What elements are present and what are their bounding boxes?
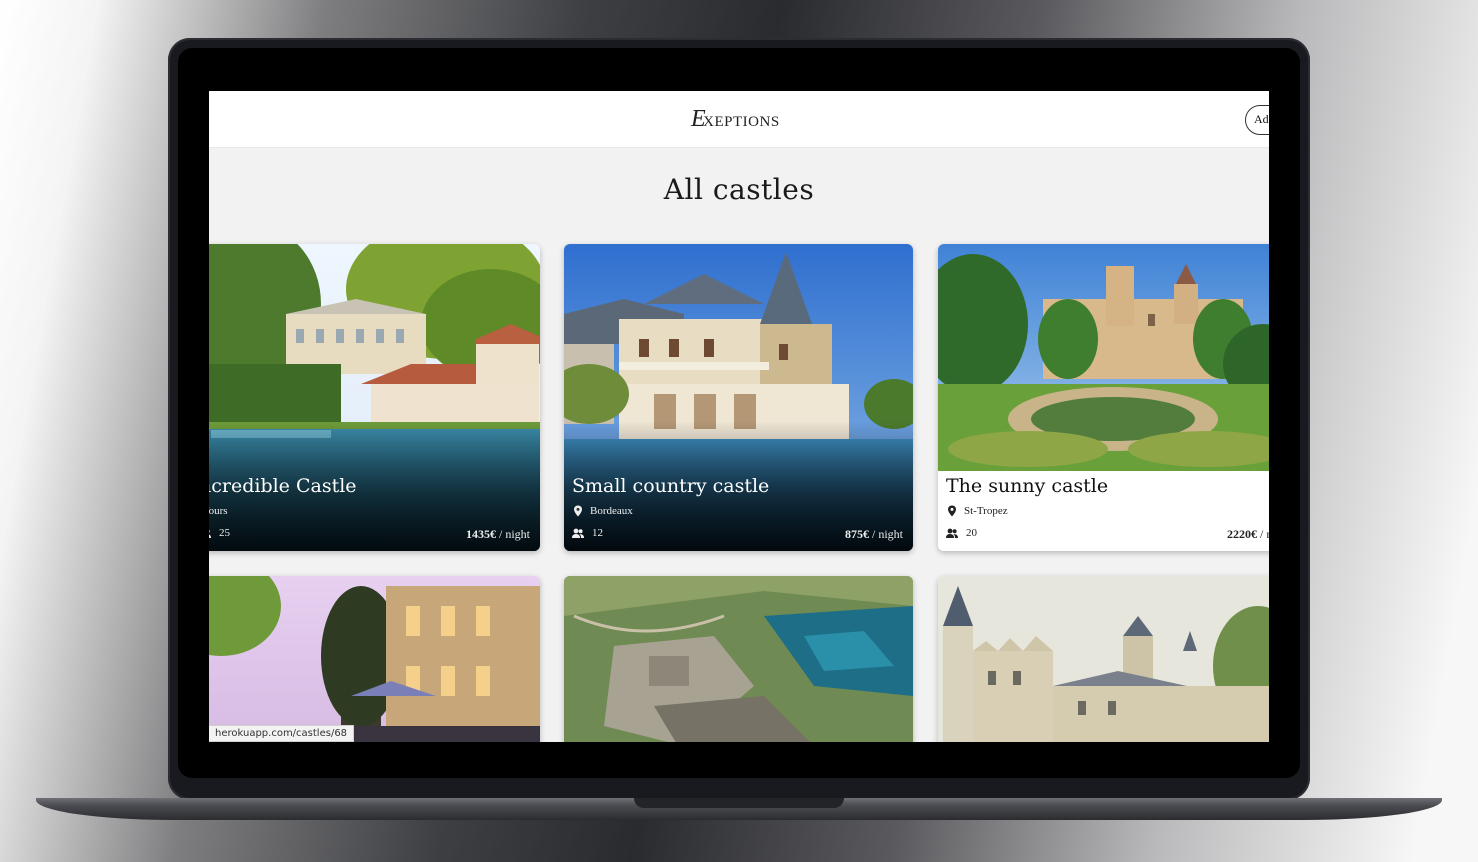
castle-name: ncredible Castle (209, 475, 357, 497)
castle-price: 1435€ / night (466, 527, 530, 542)
add-castle-button[interactable]: Ad (1245, 105, 1269, 135)
brand-text: XEPTIONS (703, 114, 780, 130)
card-info: ncredible Castle -Tours 25 1435€ / night (209, 471, 540, 551)
card-info: Small country castle Bordeaux 12 875€ / … (564, 471, 913, 551)
castle-guests: 25 (209, 527, 230, 539)
castle-price: 875€ / night (845, 527, 903, 542)
castle-price: 2220€ / night (1227, 527, 1269, 542)
location-text: Bordeaux (590, 505, 633, 517)
castle-photo (938, 576, 1269, 742)
castle-card[interactable]: ncredible Castle -Tours 25 1435€ / night (209, 244, 540, 551)
castle-photo (938, 244, 1269, 474)
map-pin-icon (948, 505, 956, 517)
price-unit: / night (868, 527, 903, 541)
card-info: The sunny castle St-Tropez 20 2220€ / ni… (938, 471, 1269, 551)
location-text: -Tours (209, 505, 228, 517)
price-unit: / night (1259, 527, 1269, 541)
price-value: 1435€ (465, 527, 496, 541)
users-icon (572, 528, 584, 538)
castle-location: -Tours (209, 505, 228, 517)
castle-card[interactable] (938, 576, 1269, 742)
users-icon (946, 528, 958, 538)
price-value: 2220€ (1226, 527, 1257, 541)
location-text: St-Tropez (964, 505, 1008, 517)
brand-logo[interactable]: E XEPTIONS (691, 106, 780, 133)
map-pin-icon (574, 505, 582, 517)
laptop-notch (634, 798, 844, 808)
guests-count: 25 (219, 527, 230, 539)
castle-card[interactable] (209, 576, 540, 742)
castle-guests: 20 (946, 527, 977, 539)
navbar: E XEPTIONS Ad (209, 91, 1269, 148)
castle-photo (564, 576, 913, 742)
castle-card[interactable]: Small country castle Bordeaux 12 875€ / … (564, 244, 913, 551)
page-title: All castles (663, 173, 815, 206)
price-unit: / night (495, 527, 530, 541)
guests-count: 12 (592, 527, 603, 539)
castle-location: St-Tropez (946, 505, 1008, 517)
castle-photo (209, 576, 540, 742)
price-value: 875€ (844, 527, 869, 541)
castle-card[interactable]: The sunny castle St-Tropez 20 2220€ / ni… (938, 244, 1269, 551)
castle-name: The sunny castle (946, 475, 1109, 497)
users-icon (209, 529, 211, 538)
browser-viewport: E XEPTIONS Ad All castles ncredible Cast… (209, 91, 1269, 742)
castle-location: Bordeaux (572, 505, 633, 517)
castle-card[interactable] (564, 576, 913, 742)
guests-count: 20 (966, 527, 977, 539)
link-preview-url: herokuapp.com/castles/68 (209, 725, 355, 742)
castle-guests: 12 (572, 527, 603, 539)
castle-name: Small country castle (572, 475, 770, 497)
